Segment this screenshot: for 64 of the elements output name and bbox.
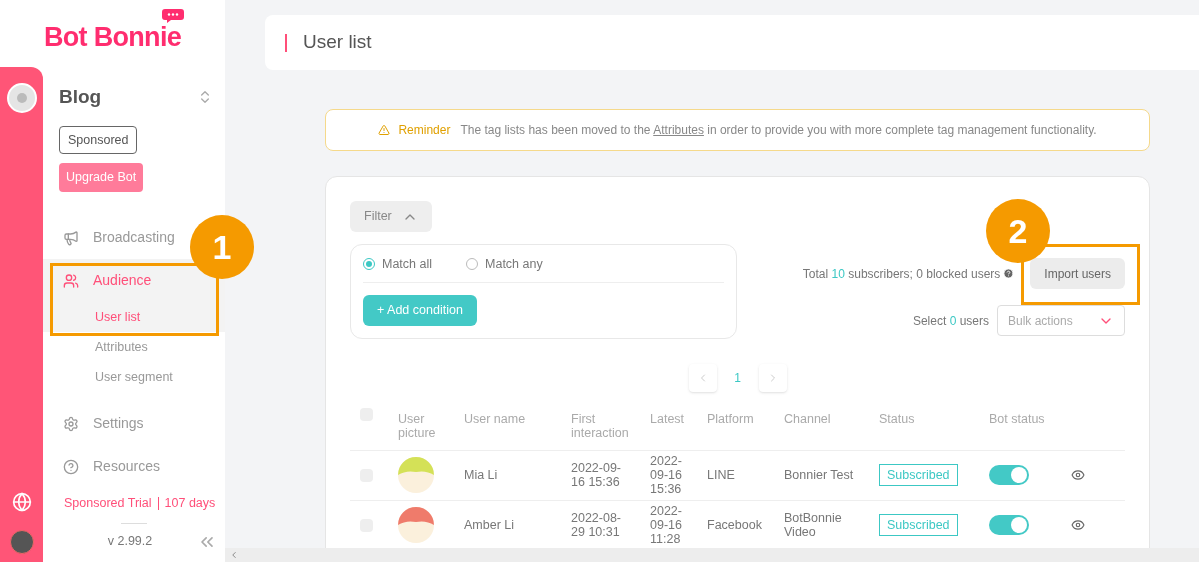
add-condition-button[interactable]: + Add condition xyxy=(363,294,477,326)
status-tag: Subscribed xyxy=(879,464,958,487)
help-icon[interactable] xyxy=(1003,268,1015,279)
megaphone-icon xyxy=(63,229,79,246)
table-cell: Mia Li xyxy=(464,450,571,501)
bot-toggle[interactable] xyxy=(989,515,1029,536)
bulk-actions-dropdown[interactable]: Bulk actions xyxy=(997,305,1125,336)
horizontal-scrollbar[interactable] xyxy=(225,548,1199,562)
status-tag: Subscribed xyxy=(879,514,958,537)
trial-label: Sponsored Trial xyxy=(64,495,152,512)
table-cell: BotBonnie Video xyxy=(784,500,879,548)
table-cell: 2022- 09-16 15:36 xyxy=(650,450,707,501)
upgrade-button[interactable]: Upgrade Bot xyxy=(59,163,144,192)
column-header: Bot status xyxy=(989,403,1071,451)
table-cell: Bonnier Test xyxy=(784,450,879,501)
help-icon xyxy=(63,458,79,475)
radio-label: Match any xyxy=(485,256,543,273)
column-header: Platform xyxy=(707,403,784,451)
bot-name: Blog xyxy=(59,85,102,109)
bot-toggle[interactable] xyxy=(989,465,1029,486)
view-icon[interactable] xyxy=(1071,468,1085,483)
column-header: First interaction xyxy=(571,403,650,451)
table-cell: 2022-08- 29 10:31 xyxy=(571,500,650,548)
page-button[interactable]: 1 xyxy=(730,368,745,387)
scroll-left-icon[interactable] xyxy=(229,550,239,560)
table-cell: LINE xyxy=(707,450,784,501)
subscriber-summary: Total 10 subscribers; 0 blocked users xyxy=(802,265,1001,283)
version-label: v 2.99.2 xyxy=(106,533,154,551)
column-header: User picture xyxy=(398,403,464,451)
filter-button[interactable]: Filter xyxy=(350,201,432,232)
view-icon[interactable] xyxy=(1071,518,1085,533)
user-avatar[interactable] xyxy=(9,530,34,554)
import-users-button[interactable]: Import users xyxy=(1030,258,1125,289)
warning-icon xyxy=(378,124,391,136)
nav-item[interactable]: Settings xyxy=(43,402,150,445)
globe-icon[interactable] xyxy=(11,492,32,512)
nav-item[interactable]: Broadcasting xyxy=(43,216,181,259)
table-cell: Facebook xyxy=(707,500,784,548)
selection-count: Select 0 users xyxy=(912,312,989,330)
page-title: User list xyxy=(303,30,372,55)
nav-subitem[interactable]: User segment xyxy=(43,362,225,392)
column-header: Latest xyxy=(650,403,707,451)
logo: Bot Bonnie xyxy=(43,24,182,51)
plan-tag: Sponsored xyxy=(59,125,138,155)
column-header: Status xyxy=(879,403,989,451)
nav-item[interactable]: Resources xyxy=(43,445,166,488)
reminder-text: The tag lists has been moved to the Attributes in order to provide you with more complete tag management functionality. xyxy=(460,122,1097,139)
bot-avatar[interactable] xyxy=(6,83,37,113)
radio-label: Match all xyxy=(382,256,433,273)
table-cell: Amber Li xyxy=(464,500,571,548)
nav-subitem[interactable]: User list xyxy=(43,302,225,332)
column-header: Channel xyxy=(784,403,879,451)
trial-days: 107 days xyxy=(164,494,216,513)
next-page-button[interactable] xyxy=(758,363,787,392)
previous-page-button[interactable] xyxy=(688,363,717,392)
settings-icon xyxy=(63,415,79,432)
column-header: User name xyxy=(464,403,571,451)
table-cell: 2022- 09-16 11:28 xyxy=(650,500,707,548)
nav-subitem[interactable]: Attributes xyxy=(43,332,225,362)
reminder-label: Reminder xyxy=(398,122,451,139)
attributes-link[interactable]: Attributes xyxy=(653,123,704,137)
table-cell: 2022-09- 16 15:36 xyxy=(571,450,650,501)
chat-bubble-icon xyxy=(162,9,184,23)
users-icon xyxy=(63,272,79,289)
